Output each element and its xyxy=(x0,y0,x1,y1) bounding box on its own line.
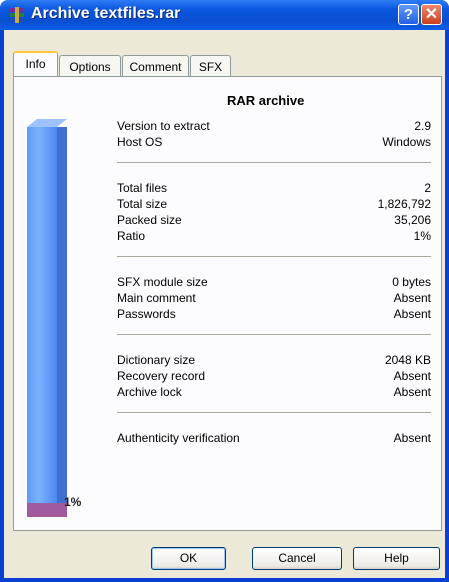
info-label: Archive lock xyxy=(117,385,182,399)
info-label: Authenticity verification xyxy=(117,431,240,445)
info-label: Total files xyxy=(117,181,168,195)
info-row: Main comment Absent xyxy=(117,291,431,307)
info-label: SFX module size xyxy=(117,275,208,289)
window-title: Archive textfiles.rar xyxy=(31,5,181,22)
info-label: Total size xyxy=(117,197,168,211)
info-panel: 1% RAR archive Version to extract 2.9 Host… xyxy=(13,76,442,531)
help-button[interactable]: Help xyxy=(353,547,440,570)
group-separator xyxy=(117,334,431,336)
group-separator xyxy=(117,162,431,164)
info-label: Version to extract xyxy=(117,119,210,133)
info-value: 1,826,792 xyxy=(377,197,431,211)
info-row: SFX module size 0 bytes xyxy=(117,275,431,291)
group-separator xyxy=(117,412,431,414)
info-label: Recovery record xyxy=(117,369,206,383)
info-label: Packed size xyxy=(117,213,182,227)
title-bar[interactable]: Archive textfiles.rar ? ✕ xyxy=(0,0,449,30)
info-value: Absent xyxy=(393,369,431,383)
archive-info-window: Archive textfiles.rar ? ✕ Info Options C… xyxy=(0,0,449,582)
info-row: Version to extract 2.9 xyxy=(117,119,431,135)
info-label: Dictionary size xyxy=(117,353,196,367)
info-value: 2.9 xyxy=(414,119,431,133)
tab-info[interactable]: Info xyxy=(13,51,58,76)
titlebar-help-button[interactable]: ? xyxy=(398,4,419,25)
tab-comment[interactable]: Comment xyxy=(122,55,189,77)
info-row: Host OS Windows xyxy=(117,135,431,151)
info-row: Passwords Absent xyxy=(117,307,431,323)
group-separator xyxy=(117,256,431,258)
info-value: 2048 KB xyxy=(384,353,431,367)
ratio-percent-label: 1% xyxy=(64,495,82,509)
info-value: Absent xyxy=(393,431,431,445)
info-value: Absent xyxy=(393,307,431,321)
info-value: 2 xyxy=(424,181,431,195)
info-row: Recovery record Absent xyxy=(117,369,431,385)
archive-type-heading: RAR archive xyxy=(227,93,305,108)
info-row: Dictionary size 2048 KB xyxy=(117,353,431,369)
info-value: Windows xyxy=(382,135,431,149)
info-row: Packed size 35,206 xyxy=(117,213,431,229)
info-row: Archive lock Absent xyxy=(117,385,431,401)
titlebar-close-button[interactable]: ✕ xyxy=(421,4,442,25)
ratio-fill xyxy=(27,503,67,517)
info-row: Authenticity verification Absent xyxy=(117,431,431,447)
ok-button[interactable]: OK xyxy=(151,547,226,570)
info-value: Absent xyxy=(393,291,431,305)
info-label: Ratio xyxy=(117,229,146,243)
info-row: Ratio 1% xyxy=(117,229,431,245)
info-row: Total files 2 xyxy=(117,181,431,197)
compression-ratio-bar xyxy=(27,119,67,517)
bar-front-face xyxy=(27,127,57,517)
info-label: Passwords xyxy=(117,307,176,321)
cancel-button[interactable]: Cancel xyxy=(252,547,342,570)
winrar-app-icon xyxy=(10,7,24,23)
bar-side-face xyxy=(57,127,67,517)
info-row: Total size 1,826,792 xyxy=(117,197,431,213)
info-value: Absent xyxy=(393,385,431,399)
info-label: Main comment xyxy=(117,291,196,305)
tab-sfx[interactable]: SFX xyxy=(190,55,231,77)
info-value: 0 bytes xyxy=(392,275,431,289)
tab-options[interactable]: Options xyxy=(59,55,121,77)
info-value: 35,206 xyxy=(394,213,431,227)
info-value: 1% xyxy=(413,229,431,243)
info-label: Host OS xyxy=(117,135,163,149)
